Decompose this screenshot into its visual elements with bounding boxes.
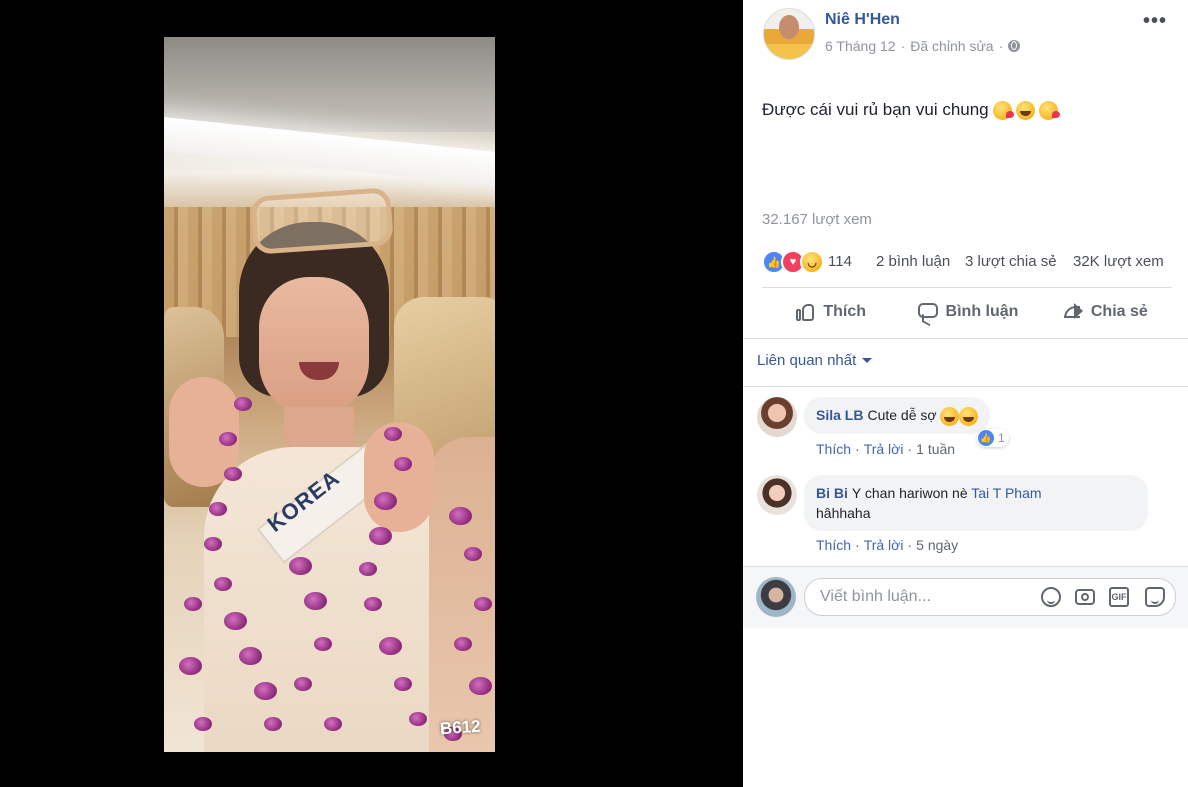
reaction-icons[interactable]: 👍 ♥ ◡: [762, 250, 824, 274]
comment-input-placeholder: Viết bình luận...: [820, 588, 931, 605]
divider: [743, 386, 1188, 387]
post-text: Được cái vui rủ bạn vui chung: [762, 100, 1060, 120]
orchid-flower: [179, 657, 202, 676]
kiss-emoji-icon: [1038, 100, 1060, 120]
comment-text: Y chan hariwon nè: [851, 485, 968, 501]
post-stats: 👍 ♥ ◡ 114 2 bình luận 3 lượt chia sẻ 32K…: [762, 248, 1174, 276]
comment-mention[interactable]: Tai T Pham: [971, 485, 1041, 501]
meta-separator: ·: [855, 537, 860, 553]
video-sunglasses: [250, 187, 394, 255]
post-panel: Niê H'Hen 6 Tháng 12 · Đã chỉnh sửa · ••…: [743, 0, 1188, 787]
current-user-avatar: [756, 577, 796, 617]
laugh-emoji-icon: [940, 406, 960, 426]
post-date[interactable]: 6 Tháng 12: [825, 38, 896, 54]
post-meta: 6 Tháng 12 · Đã chỉnh sửa ·: [825, 38, 1021, 54]
laugh-emoji-icon: [1015, 100, 1035, 120]
comment-composer: Viết bình luận... GIF: [743, 566, 1188, 628]
gif-icon[interactable]: GIF: [1109, 587, 1129, 607]
orchid-flower: [234, 397, 252, 412]
globe-icon[interactable]: [1008, 40, 1021, 52]
meta-separator: ·: [907, 441, 913, 457]
comment-bubble: Bi Bi Y chan hariwon nè Tai T Pham hâhhah…: [804, 475, 1148, 531]
comment-count[interactable]: 2 bình luận: [876, 253, 950, 270]
orchid-flower: [184, 597, 202, 612]
author-name[interactable]: Niê H'Hen: [825, 11, 900, 29]
emoji-icon[interactable]: [1041, 587, 1061, 607]
commenter-avatar[interactable]: [757, 475, 797, 515]
avatar-face: [779, 15, 799, 39]
reaction-count[interactable]: 114: [828, 253, 852, 270]
chevron-down-icon: [862, 358, 873, 363]
like-reaction-icon: 👍: [978, 430, 994, 446]
share-icon: [1063, 302, 1083, 322]
meta-separator: ·: [907, 537, 913, 553]
meta-separator: ·: [998, 38, 1004, 54]
edited-label[interactable]: Đã chỉnh sửa: [910, 38, 993, 54]
comment-reply-link[interactable]: Trả lời: [864, 537, 904, 553]
comment-like-link[interactable]: Thích: [816, 537, 851, 553]
haha-reaction-icon: ◡: [800, 250, 824, 274]
meta-separator: ·: [855, 441, 860, 457]
video-person-face: [259, 277, 369, 417]
more-options-icon[interactable]: •••: [1143, 10, 1167, 33]
commenter-name[interactable]: Bi Bi: [816, 485, 848, 501]
comment-like-link[interactable]: Thích: [816, 441, 851, 457]
comment-reply-link[interactable]: Trả lời: [864, 441, 904, 457]
like-button[interactable]: Thích: [762, 292, 899, 332]
comment-input[interactable]: Viết bình luận... GIF: [804, 578, 1176, 616]
comment-text: Cute dễ sợ: [867, 407, 937, 423]
share-button[interactable]: Chia sẻ: [1037, 292, 1174, 332]
comment-meta: Thích · Trả lời · 1 tuần: [816, 441, 955, 457]
like-button-label: Thích: [823, 303, 866, 320]
divider: [762, 287, 1172, 288]
comment-sort-dropdown[interactable]: Liên quan nhất: [757, 352, 873, 369]
comment-time[interactable]: 1 tuần: [916, 441, 955, 457]
commenter-name[interactable]: Sila LB: [816, 407, 863, 423]
comment-reactions[interactable]: 👍 1: [977, 429, 1009, 447]
camera-icon[interactable]: [1075, 589, 1095, 605]
laugh-emoji-icon: [959, 406, 979, 426]
post-text-content: Được cái vui rủ bạn vui chung: [762, 100, 989, 119]
video-friend: [429, 437, 495, 752]
comment-time[interactable]: 5 ngày: [916, 537, 958, 553]
kiss-emoji-icon: [992, 100, 1014, 120]
video-player[interactable]: KOREA B612: [164, 37, 495, 752]
view-count: 32K lượt xem: [1073, 253, 1164, 270]
thumbs-up-icon: [795, 302, 815, 322]
comment-reaction-count: 1: [998, 431, 1005, 445]
video-area: KOREA B612: [0, 0, 743, 787]
post-actions: Thích Bình luận Chia sẻ: [762, 292, 1174, 332]
share-count[interactable]: 3 lượt chia sẻ: [965, 253, 1057, 270]
views-total: 32.167 lượt xem: [762, 211, 872, 228]
comment-text-line2: hâhhaha: [816, 505, 871, 521]
video-watermark: B612: [439, 716, 482, 739]
comment-button-label: Bình luận: [945, 303, 1019, 320]
video-ceiling: [164, 37, 495, 132]
commenter-avatar[interactable]: [757, 397, 797, 437]
share-button-label: Chia sẻ: [1090, 303, 1148, 320]
meta-separator: ·: [900, 38, 906, 54]
comment-icon: [917, 302, 938, 322]
post-header: Niê H'Hen 6 Tháng 12 · Đã chỉnh sửa · ••…: [763, 8, 1173, 60]
sticker-icon[interactable]: [1145, 587, 1165, 607]
comment-bubble: Sila LB Cute dễ sợ: [804, 397, 991, 434]
comment-button[interactable]: Bình luận: [899, 292, 1036, 332]
comment-meta: Thích · Trả lời · 5 ngày: [816, 537, 958, 553]
author-avatar[interactable]: [763, 8, 815, 60]
divider: [743, 338, 1188, 339]
comment-sort-label: Liên quan nhất: [757, 352, 857, 369]
comment-line: Bi Bi Y chan hariwon nè Tai T Pham: [816, 483, 1136, 503]
